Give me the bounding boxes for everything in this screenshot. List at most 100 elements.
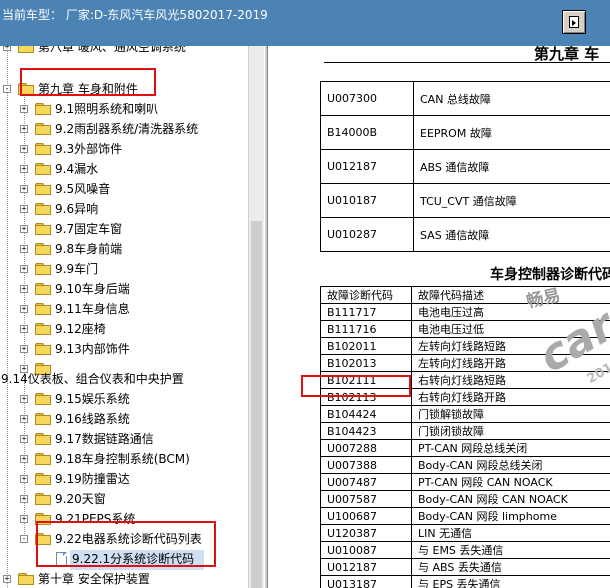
expand-icon[interactable]: + [20,395,28,403]
expand-icon[interactable]: + [20,345,28,353]
table-cell: B102013 [320,354,412,372]
table-cell: U100687 [320,507,412,525]
folder-icon [35,393,51,405]
tree-item[interactable]: +9.16线路系统 [0,410,248,430]
expand-icon[interactable]: + [20,475,28,483]
tree-item[interactable]: 9.14仪表板、组合仪表和中央护置 [0,370,248,390]
table-cell: U010087 [320,541,412,559]
expand-icon[interactable]: + [20,415,28,423]
expand-icon[interactable]: + [20,265,28,273]
expand-icon[interactable]: + [20,165,28,173]
table-row: U010287 SAS 通信故障 [320,217,610,252]
table-row: U120387 LIN 无通信 [320,524,610,542]
tree-item-label: 9.10车身后端 [55,282,130,296]
tree-item[interactable]: + 第十章 安全保护装置 [0,570,248,588]
table-cell: 门锁闭锁故障 [411,422,610,440]
tree-item[interactable]: +9.19防撞雷达 [0,470,248,490]
table-cell: PT-CAN 网段总线关闭 [411,439,610,457]
folder-icon [35,473,51,485]
expand-icon[interactable]: + [20,325,28,333]
table-cell: U120387 [320,524,412,542]
expand-icon[interactable]: + [3,575,11,583]
table-cell: B111717 [320,303,412,321]
expand-icon[interactable]: + [20,105,28,113]
scroll-thumb[interactable] [251,221,262,588]
tree-item-label: 第十章 安全保护装置 [38,572,150,586]
expand-icon[interactable]: + [20,225,28,233]
expand-icon[interactable]: + [20,285,28,293]
folder-icon [35,263,51,275]
expand-icon[interactable]: + [20,305,28,313]
table-row: U007388 Body-CAN 网段总线关闭 [320,456,610,474]
tree-item[interactable]: +9.4漏水 [0,160,248,180]
tree-item[interactable]: +9.20天窗 [0,490,248,510]
expand-icon[interactable]: + [20,205,28,213]
table-header-row: 故障诊断代码 故障代码描述 [320,286,610,304]
tree-item-label: 第八章 暖风、通风空调系统 [38,46,186,54]
table-row: B14000B EEPROM 故障 [320,115,610,150]
tree-item[interactable]: +9.13内部饰件 [0,340,248,360]
expand-icon[interactable]: + [20,495,28,503]
tree-item-label: 9.8车身前端 [55,242,123,256]
table-cell: TCU_CVT 通信故障 [413,183,610,218]
expand-icon[interactable]: + [3,46,11,51]
tree-item[interactable]: +9.12座椅 [0,320,248,340]
tree-item[interactable]: +9.1照明系统和喇叭 [0,100,248,120]
tree-item-label: 9.11车身信息 [55,302,130,316]
tree-item-label: 9.9车门 [55,262,99,276]
tree-item-label: 9.1照明系统和喇叭 [55,102,159,116]
table-cell: 右转向灯线路开路 [411,388,610,406]
tree-item[interactable]: +9.9车门 [0,260,248,280]
tree-item[interactable]: + 第八章 暖风、通风空调系统 [0,46,248,58]
expand-icon[interactable]: + [20,125,28,133]
expand-icon[interactable]: + [20,455,28,463]
tree-item[interactable]: +9.3外部饰件 [0,140,248,160]
tree-item[interactable]: +9.10车身后端 [0,280,248,300]
table-header-cell: 故障诊断代码 [320,286,412,304]
tree-item[interactable]: +9.8车身前端 [0,240,248,260]
tree-scrollbar[interactable] [248,46,264,588]
tree-item[interactable]: +9.2雨刮器系统/清洗器系统 [0,120,248,140]
table-cell: Body-CAN 网段 CAN NOACK [411,490,610,508]
folder-icon [18,573,34,585]
folder-icon [35,433,51,445]
table-cell: 门锁解锁故障 [411,405,610,423]
tree-item[interactable]: +9.17数据链路通信 [0,430,248,450]
folder-icon [35,123,51,135]
expand-icon[interactable]: + [20,245,28,253]
table-cell: Body-CAN 网段总线关闭 [411,456,610,474]
collapse-icon[interactable]: - [3,85,11,93]
nav-button[interactable] [562,10,586,34]
title-bar: 当前车型： 厂家:D-东风汽车风光5802017-2019 [0,0,610,46]
table-cell: U007288 [320,439,412,457]
folder-icon [35,413,51,425]
folder-icon [35,223,51,235]
expand-icon[interactable]: + [20,515,28,523]
tree-item-label: 9.4漏水 [55,162,99,176]
table-row: U007487 PT-CAN 网段 CAN NOACK [320,473,610,491]
folder-icon [35,183,51,195]
table-cell: 与 ABS 丢失通信 [411,558,610,576]
tree-item-label: 9.18车身控制系统(BCM) [55,452,190,466]
table-cell: PT-CAN 网段 CAN NOACK [411,473,610,491]
tree-item[interactable]: +9.15娱乐系统 [0,390,248,410]
expand-icon[interactable]: + [20,435,28,443]
tree-item[interactable]: +9.11车身信息 [0,300,248,320]
window-title: 当前车型： 厂家:D-东风汽车风光5802017-2019 [2,8,268,22]
tree-item[interactable]: +9.7固定车窗 [0,220,248,240]
section-title: 车身控制器诊断代码 [490,267,610,283]
expand-icon[interactable]: + [20,145,28,153]
table-row: U010087 与 EMS 丢失通信 [320,541,610,559]
table-cell: U007487 [320,473,412,491]
folder-icon [35,243,51,255]
chapter-tree[interactable]: + 第八章 暖风、通风空调系统 - 第九章 车身和附件 +9.1照明系统和喇叭 +9.2雨… [0,46,248,588]
collapse-icon[interactable]: - [20,535,28,543]
table-cell: U010287 [320,217,414,252]
tree-item[interactable]: +9.5风噪音 [0,180,248,200]
folder-icon [35,343,51,355]
tree-item[interactable]: +9.18车身控制系统(BCM) [0,450,248,470]
expand-icon[interactable]: + [20,185,28,193]
tree-item[interactable]: +9.6异响 [0,200,248,220]
top-table: U007300 CAN 总线故障 B14000B EEPROM 故障 U012187 AB… [320,81,610,252]
table-row: U013187 与 EPS 丢失通信 [320,575,610,588]
